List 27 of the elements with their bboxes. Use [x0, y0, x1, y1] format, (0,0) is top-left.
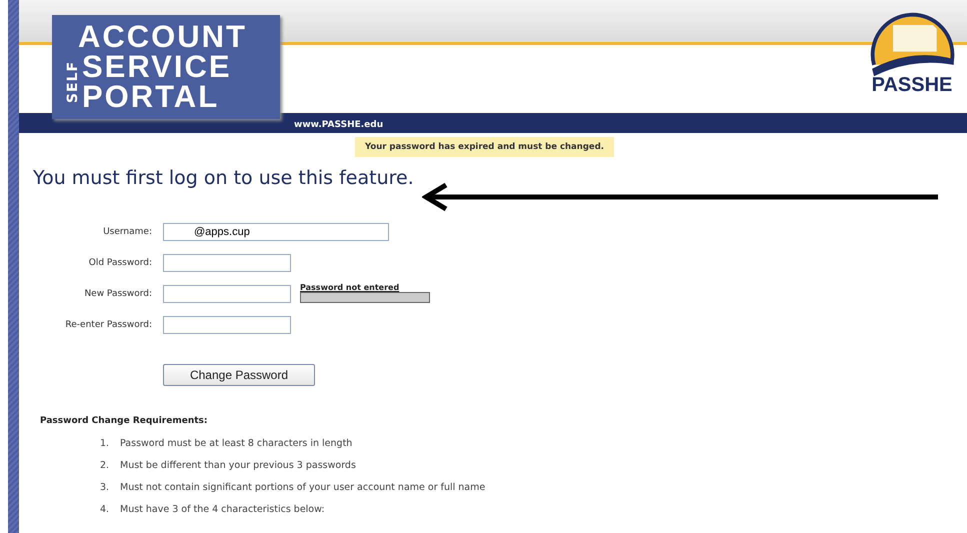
site-url: www.PASSHE.edu — [294, 120, 384, 130]
requirement-text: Password must be at least 8 characters in length — [120, 438, 352, 451]
notice-banner: Your password has expired and must be changed. — [355, 137, 614, 157]
strength-label: Password not entered — [300, 283, 400, 292]
field-label: Username: — [102, 227, 152, 237]
list-number: 4. — [100, 504, 110, 517]
logo-text: ACCOUNT — [78, 22, 247, 52]
requirement-text: Must be different than your previous 3 passwords — [120, 460, 356, 473]
field-label: Re-enter Password: — [64, 320, 152, 330]
logo-text: PORTAL — [82, 82, 220, 112]
logo-side-word: SELF — [64, 60, 82, 106]
field-label: Old Password: — [88, 258, 152, 268]
logo-text: SERVICE — [82, 52, 233, 82]
field-label: New Password: — [83, 289, 152, 299]
input-field[interactable]: @apps.cup — [163, 223, 389, 241]
input-field[interactable] — [163, 316, 291, 334]
list-number: 3. — [100, 482, 110, 495]
change-password-button[interactable]: Change Password — [163, 364, 315, 386]
requirement-text: Must not contain significant portions of your user account name or full name — [120, 482, 486, 495]
requirement-text: Must have 3 of the 4 characteristics below: — [120, 504, 325, 517]
brand-name: PASSHE — [872, 74, 952, 97]
input-field[interactable] — [163, 254, 291, 272]
list-number: 1. — [100, 438, 110, 451]
requirements-title: Password Change Requirements: — [40, 416, 208, 426]
page-heading: You must first log on to use this feature. — [33, 167, 414, 189]
list-number: 2. — [100, 460, 110, 473]
input-field[interactable] — [163, 285, 291, 303]
